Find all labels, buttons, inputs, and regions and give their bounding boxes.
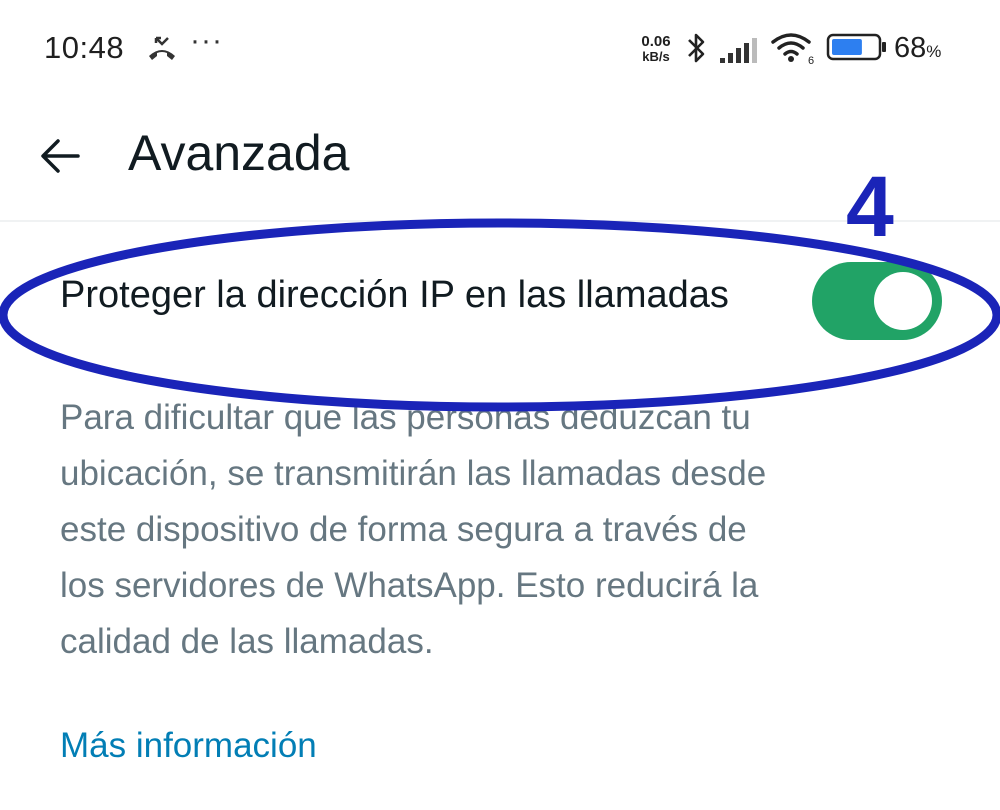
wifi-icon: 6 xyxy=(771,33,814,66)
signal-icon xyxy=(720,38,757,63)
network-speed-unit: kB/s xyxy=(642,49,670,64)
network-speed-value: 0.06 xyxy=(641,33,671,50)
arrow-left-icon[interactable] xyxy=(38,134,82,178)
battery-percent-unit: % xyxy=(926,42,942,61)
protect-ip-toggle[interactable] xyxy=(812,262,942,340)
step-number-annotation: 4 xyxy=(846,159,894,255)
setting-description: Para dificultar que las personas deduzca… xyxy=(60,398,767,661)
toggle-knob xyxy=(874,272,932,330)
missed-call-icon xyxy=(149,36,175,60)
bluetooth-icon xyxy=(688,33,705,63)
setting-title[interactable]: Proteger la dirección IP en las llamadas xyxy=(60,270,760,320)
battery-percent-value: 68 xyxy=(894,32,927,64)
battery-icon xyxy=(826,33,886,61)
more-info-link[interactable]: Más información xyxy=(60,718,317,774)
status-bar: 10:48 ··· 0.06 kB/s 6 68% xyxy=(0,0,1000,100)
battery-level-fill xyxy=(832,39,862,55)
network-speed: 0.06 kB/s xyxy=(636,34,676,64)
wifi-label: 6 xyxy=(808,55,814,66)
page-title: Avanzada xyxy=(128,125,350,181)
battery-percentage: 68% xyxy=(894,32,941,65)
more-notifications-icon: ··· xyxy=(190,24,223,57)
status-time: 10:48 xyxy=(44,30,125,65)
